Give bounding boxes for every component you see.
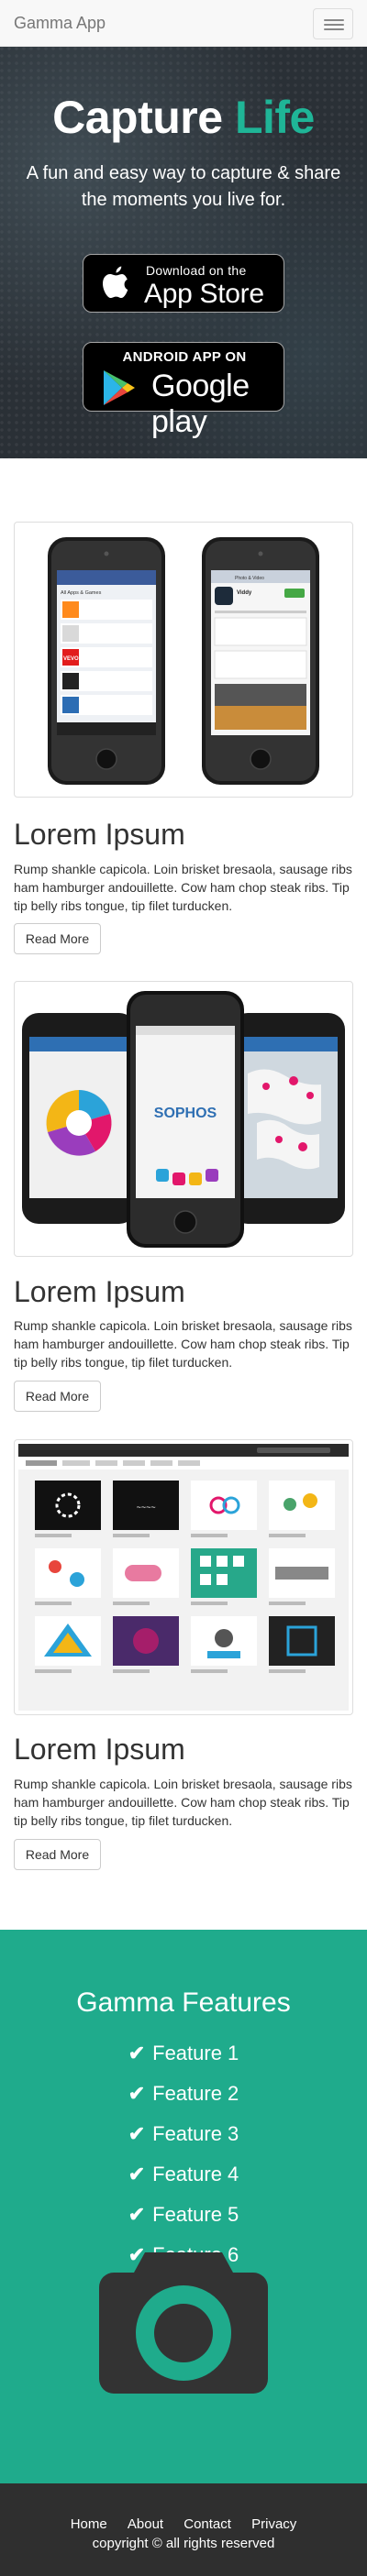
menu-toggle-button[interactable] — [313, 8, 353, 39]
item-2-heading: Lorem Ipsum — [14, 1275, 185, 1308]
app-store-badge[interactable]: Download on the App Store — [83, 254, 284, 313]
svg-text:~~~~: ~~~~ — [136, 1503, 155, 1512]
feature-label: Feature 2 — [152, 2082, 239, 2105]
item-3-heading: Lorem Ipsum — [14, 1733, 185, 1766]
footer-links: Home About Contact Privacy — [0, 2516, 367, 2532]
item-1-text: Rump shankle capicola. Loin brisket bres… — [14, 862, 352, 913]
apple-icon — [103, 266, 128, 298]
hamburger-icon-bar — [324, 19, 344, 21]
features-section: Gamma Features ✔ Feature 1 ✔ Feature 2 ✔ Fe… — [0, 1930, 367, 2483]
hamburger-icon-bar — [324, 28, 344, 30]
feature-item: ✔ Feature 3 — [0, 2114, 367, 2154]
footer-link-contact[interactable]: Contact — [184, 2516, 231, 2532]
feature-item: ✔ Feature 2 — [0, 2074, 367, 2114]
hero-title: Capture Life — [0, 91, 367, 144]
footer-link-home[interactable]: Home — [71, 2516, 107, 2532]
app-store-line2: App Store — [144, 279, 264, 309]
phone-c-logo: SOPHOS — [154, 1106, 217, 1121]
item-2-thumbnail: SOPHOS — [14, 981, 353, 1257]
google-play-line1: ANDROID APP ON — [122, 349, 247, 365]
hero-section: Capture Life A fun and easy way to captu… — [0, 47, 367, 458]
phone-b-tab: Photo & Video — [235, 576, 264, 581]
features-title: Gamma Features — [76, 1987, 291, 2018]
phone-a-label: VEVO — [63, 656, 79, 662]
check-icon: ✔ — [128, 2163, 146, 2185]
feature-label: Feature 5 — [152, 2203, 239, 2226]
app-store-line1: Download on the — [146, 263, 247, 278]
item-1-heading: Lorem Ipsum — [14, 818, 185, 851]
hero-title-accent: Life — [234, 92, 315, 143]
check-icon: ✔ — [128, 2122, 146, 2145]
item-2-read-more-button[interactable]: Read More — [14, 1381, 101, 1412]
sophos-phones-image: SOPHOS — [18, 985, 349, 1252]
item-3-text: Rump shankle capicola. Loin brisket bres… — [14, 1777, 352, 1828]
feature-item: ✔ Feature 1 — [0, 2033, 367, 2074]
web-gallery-screenshot-image: ~~~~ — [18, 1444, 349, 1711]
features-list: ✔ Feature 1 ✔ Feature 2 ✔ Feature 3 ✔ Featur… — [0, 2033, 367, 2275]
item-1-read-more-button[interactable]: Read More — [14, 923, 101, 954]
google-play-icon — [104, 370, 135, 405]
item-3-read-more-button[interactable]: Read More — [14, 1839, 101, 1870]
check-icon: ✔ — [128, 2042, 146, 2064]
camera-icon — [99, 2252, 268, 2394]
feature-item: ✔ Feature 5 — [0, 2195, 367, 2235]
google-play-badge[interactable]: ANDROID APP ON Google play — [83, 342, 284, 439]
item-2-text: Rump shankle capicola. Loin brisket bres… — [14, 1318, 352, 1370]
feature-label: Feature 3 — [152, 2122, 239, 2145]
footer-link-privacy[interactable]: Privacy — [251, 2516, 296, 2532]
check-icon: ✔ — [128, 2082, 146, 2105]
item-3-thumbnail: ~~~~ — [14, 1439, 353, 1715]
google-play-line2: Google play — [151, 369, 250, 439]
hamburger-icon-bar — [324, 24, 344, 26]
phone-b-title: Viddy — [237, 590, 252, 596]
phones-screenshot-image: All Apps & Games VEVO Photo & Video Vidd… — [18, 526, 349, 793]
feature-item: ✔ Feature 4 — [0, 2154, 367, 2195]
copyright-text: copyright © all rights reserved — [92, 2536, 275, 2551]
footer: Home About Contact Privacy copyright © a… — [0, 2483, 367, 2576]
navbar-brand[interactable]: Gamma App — [14, 14, 106, 32]
hero-title-white: Capture — [52, 92, 235, 143]
item-1-thumbnail: All Apps & Games VEVO Photo & Video Vidd… — [14, 522, 353, 798]
feature-label: Feature 1 — [152, 2042, 239, 2064]
navbar: Gamma App — [0, 0, 367, 47]
hero-subtitle: A fun and easy way to capture & share th… — [26, 163, 341, 210]
check-icon: ✔ — [128, 2203, 146, 2226]
footer-link-about[interactable]: About — [128, 2516, 163, 2532]
feature-label: Feature 4 — [152, 2163, 239, 2185]
phone-a-tab: All Apps & Games — [61, 590, 102, 596]
